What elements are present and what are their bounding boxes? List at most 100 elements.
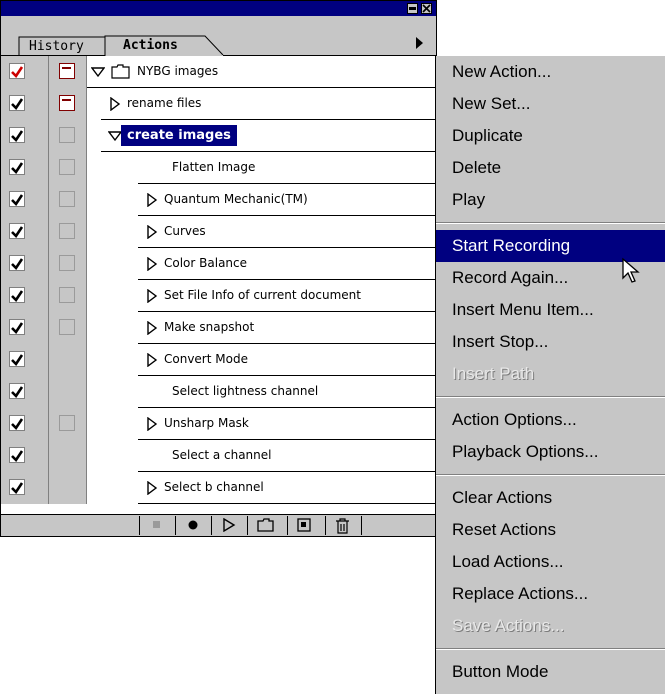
dialog-toggle-icon[interactable]: [59, 255, 75, 271]
action-item-label: NYBG images: [137, 64, 219, 78]
dialog-toggle-icon[interactable]: [59, 191, 75, 207]
dialog-toggle-icon[interactable]: [59, 63, 75, 79]
triangle-right-icon[interactable]: [108, 97, 122, 111]
action-list-row[interactable]: Color Balance: [1, 248, 436, 280]
triangle-right-icon[interactable]: [145, 321, 159, 335]
dialog-toggle-column: [49, 184, 87, 216]
menu-item-reset-actions[interactable]: Reset Actions: [436, 514, 665, 546]
menu-item-new-set[interactable]: New Set...: [436, 88, 665, 120]
tab-actions[interactable]: Actions: [105, 37, 225, 57]
menu-item-delete[interactable]: Delete: [436, 152, 665, 184]
toggle-item-checkbox[interactable]: [9, 63, 25, 79]
record-button[interactable]: [175, 516, 211, 535]
checkmark-icon: [11, 258, 24, 271]
dialog-toggle-icon[interactable]: [59, 415, 75, 431]
triangle-right-icon[interactable]: [145, 257, 159, 271]
palette-title-bar[interactable]: [1, 1, 436, 16]
close-button[interactable]: [421, 3, 432, 14]
action-item-label: rename files: [127, 96, 202, 110]
triangle-down-icon[interactable]: [108, 129, 122, 143]
palette-footer-toolbar: [1, 514, 436, 536]
toggle-item-checkbox[interactable]: [9, 319, 25, 335]
toggle-item-checkbox[interactable]: [9, 255, 25, 271]
toggle-item-checkbox[interactable]: [9, 447, 25, 463]
action-list-row[interactable]: rename files: [1, 88, 436, 120]
action-list-row[interactable]: Curves: [1, 216, 436, 248]
action-item-label: Color Balance: [164, 256, 248, 270]
action-list-row[interactable]: Unsharp Mask: [1, 408, 436, 440]
toggle-item-column: [1, 184, 49, 216]
menu-item-button-mode[interactable]: Button Mode: [436, 656, 665, 688]
toggle-item-checkbox[interactable]: [9, 159, 25, 175]
action-item-label: create images: [121, 125, 237, 146]
menu-item-duplicate[interactable]: Duplicate: [436, 120, 665, 152]
dialog-toggle-icon[interactable]: [59, 319, 75, 335]
dialog-toggle-column: [49, 56, 87, 88]
triangle-down-icon[interactable]: [91, 65, 105, 79]
menu-item-clear-actions[interactable]: Clear Actions: [436, 482, 665, 514]
toggle-item-checkbox[interactable]: [9, 383, 25, 399]
toggle-item-column: [1, 376, 49, 408]
delete-button[interactable]: [325, 516, 361, 535]
action-list-row[interactable]: Select lightness channel: [1, 376, 436, 408]
dialog-toggle-column: [49, 376, 87, 408]
dialog-toggle-icon[interactable]: [59, 127, 75, 143]
menu-item-replace-actions[interactable]: Replace Actions...: [436, 578, 665, 610]
close-icon: [422, 4, 431, 13]
new-set-button[interactable]: [247, 516, 283, 535]
menu-item-new-action[interactable]: New Action...: [436, 56, 665, 88]
action-list-row[interactable]: Convert Mode: [1, 344, 436, 376]
triangle-right-icon[interactable]: [145, 225, 159, 239]
dialog-toggle-icon[interactable]: [59, 287, 75, 303]
toggle-item-checkbox[interactable]: [9, 127, 25, 143]
actions-palette-menu: New Action... New Set... Duplicate Delete Pl…: [435, 56, 665, 694]
toggle-item-column: [1, 280, 49, 312]
dialog-toggle-icon[interactable]: [59, 159, 75, 175]
toggle-item-checkbox[interactable]: [9, 191, 25, 207]
toggle-item-checkbox[interactable]: [9, 479, 25, 495]
action-list-row[interactable]: Set File Info of current document: [1, 280, 436, 312]
action-list-row[interactable]: Select a channel: [1, 440, 436, 472]
menu-item-playback-options[interactable]: Playback Options...: [436, 436, 665, 468]
menu-item-insert-menu-item[interactable]: Insert Menu Item...: [436, 294, 665, 326]
checkmark-icon: [11, 322, 24, 335]
stop-button[interactable]: [139, 516, 175, 535]
toggle-item-checkbox[interactable]: [9, 287, 25, 303]
triangle-right-icon[interactable]: [145, 289, 159, 303]
play-button[interactable]: [211, 516, 247, 535]
action-list-row[interactable]: Select b channel: [1, 472, 436, 504]
action-item-label: Select lightness channel: [172, 384, 319, 398]
dialog-toggle-icon[interactable]: [59, 223, 75, 239]
minimize-button[interactable]: [407, 3, 418, 14]
checkmark-icon: [11, 98, 24, 111]
action-item-label: Select b channel: [164, 480, 264, 494]
toggle-item-checkbox[interactable]: [9, 415, 25, 431]
palette-menu-arrow-icon[interactable]: [413, 34, 427, 52]
triangle-right-icon[interactable]: [145, 353, 159, 367]
action-list-row[interactable]: Make snapshot: [1, 312, 436, 344]
toggle-item-column: [1, 56, 49, 88]
action-list-row[interactable]: NYBG images: [1, 56, 436, 88]
dialog-toggle-column: [49, 312, 87, 344]
dialog-toggle-icon[interactable]: [59, 95, 75, 111]
mouse-pointer-icon: [622, 257, 640, 283]
new-set-icon: [257, 518, 274, 532]
toggle-item-checkbox[interactable]: [9, 351, 25, 367]
menu-item-insert-stop[interactable]: Insert Stop...: [436, 326, 665, 358]
action-list-row[interactable]: Flatten Image: [1, 152, 436, 184]
dialog-toggle-column: [49, 408, 87, 440]
menu-item-play[interactable]: Play: [436, 184, 665, 216]
checkmark-icon: [11, 386, 24, 399]
triangle-right-icon[interactable]: [145, 481, 159, 495]
menu-item-load-actions[interactable]: Load Actions...: [436, 546, 665, 578]
menu-item-action-options[interactable]: Action Options...: [436, 404, 665, 436]
action-list-row[interactable]: create images: [1, 120, 436, 152]
new-action-button[interactable]: [287, 516, 323, 535]
checkmark-icon: [11, 162, 24, 175]
toggle-item-checkbox[interactable]: [9, 95, 25, 111]
action-list-row[interactable]: Quantum Mechanic(TM): [1, 184, 436, 216]
toggle-item-column: [1, 120, 49, 152]
triangle-right-icon[interactable]: [145, 193, 159, 207]
triangle-right-icon[interactable]: [145, 417, 159, 431]
toggle-item-checkbox[interactable]: [9, 223, 25, 239]
